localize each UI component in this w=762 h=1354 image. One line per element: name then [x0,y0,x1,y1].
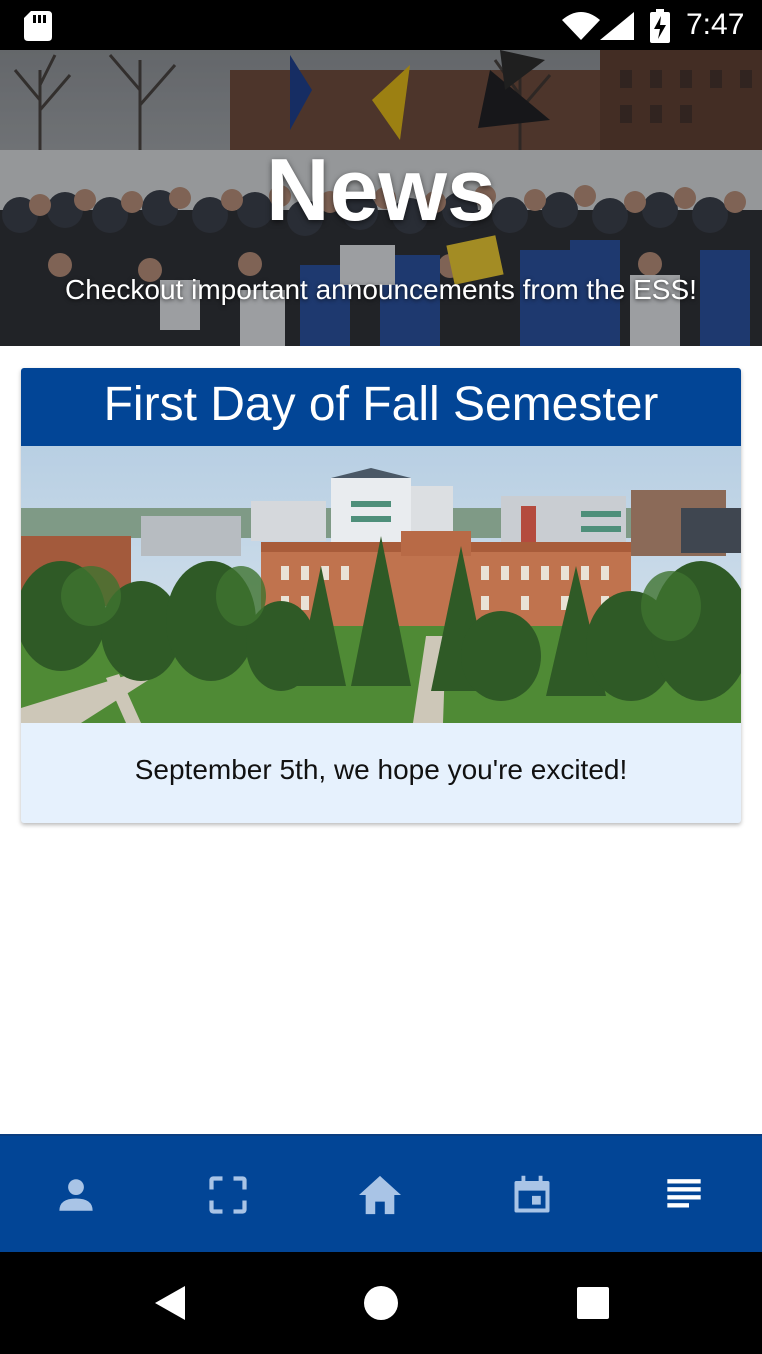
home-circle-icon [364,1286,398,1320]
news-card[interactable]: First Day of Fall Semester September 5th… [21,368,741,823]
wifi-icon [562,12,600,40]
back-icon [155,1286,185,1320]
recents-button[interactable] [543,1252,643,1354]
calendar-icon [514,1175,550,1213]
news-hero-banner: News Checkout important announcements fr… [0,50,762,346]
back-button[interactable] [120,1252,220,1354]
news-card-image [21,446,741,723]
nav-profile[interactable] [0,1136,152,1254]
news-list-icon [667,1179,701,1208]
status-time: 7:47 [686,8,745,41]
nav-home[interactable] [304,1136,456,1254]
sd-card-icon [24,11,52,41]
status-bar: 7:47 [0,0,762,50]
bottom-navigation [0,1134,762,1252]
nav-calendar[interactable] [456,1136,608,1254]
person-icon [59,1179,93,1211]
hero-title: News [266,140,496,239]
home-icon [359,1175,401,1215]
home-button[interactable] [331,1252,431,1354]
signal-icon [600,12,634,40]
nav-scan[interactable] [152,1136,304,1254]
news-card-body: September 5th, we hope you're excited! [134,754,628,785]
nav-news[interactable] [608,1136,760,1254]
android-navigation-bar [0,1252,762,1354]
hero-subtitle: Checkout important announcements from th… [65,274,697,305]
recents-icon [577,1287,609,1319]
scan-icon [209,1176,247,1214]
news-card-title: First Day of Fall Semester [21,368,741,446]
battery-charging-icon [650,9,670,43]
